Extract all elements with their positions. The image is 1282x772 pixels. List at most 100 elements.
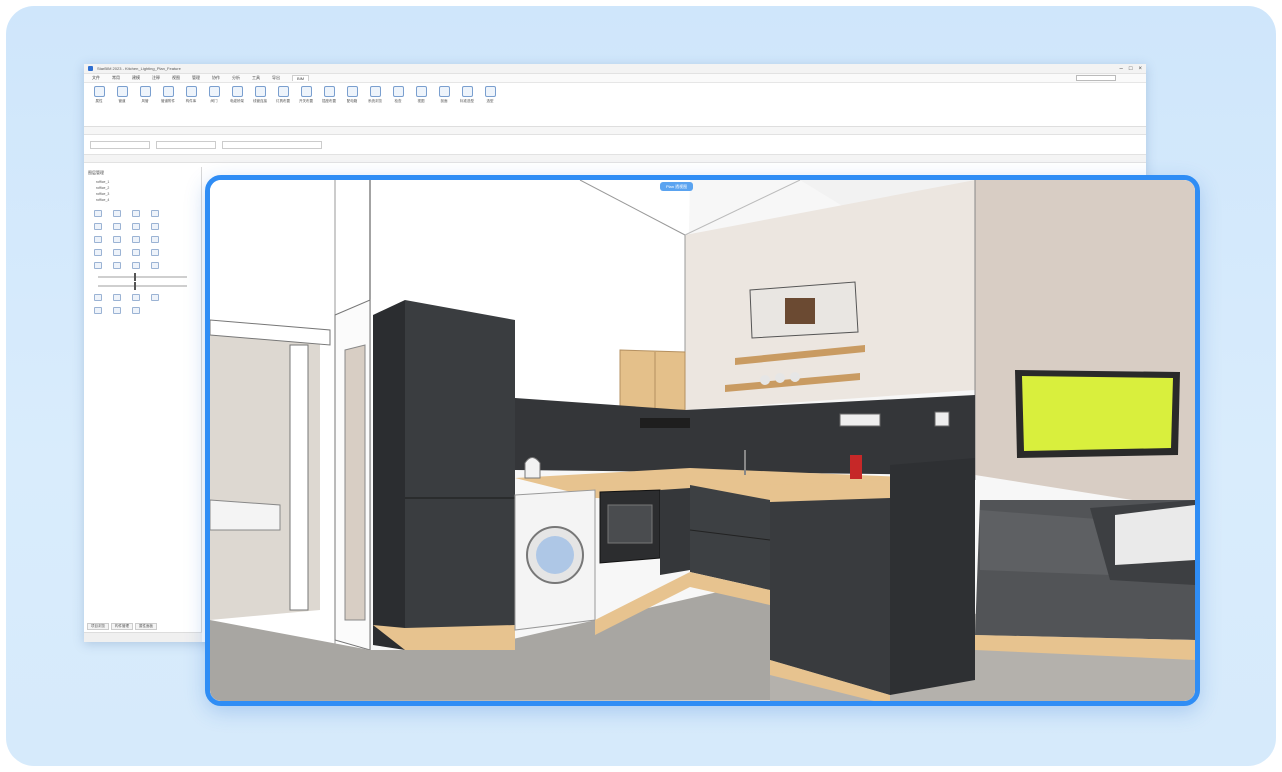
tab-project-browser[interactable]: 项目浏览: [87, 623, 109, 630]
tool-check[interactable]: 检查: [389, 86, 407, 123]
tool-icon[interactable]: [132, 249, 140, 256]
tool-icon[interactable]: [151, 236, 159, 243]
tool-icon[interactable]: [132, 294, 140, 301]
tab-annotate[interactable]: 注释: [152, 75, 160, 81]
view-icon: [415, 86, 427, 97]
tool-icon[interactable]: [132, 262, 140, 269]
tool-switch[interactable]: 开关布置: [297, 86, 315, 123]
tool-panel[interactable]: 配电箱: [343, 86, 361, 123]
switch-icon: [300, 86, 312, 97]
tab-tools[interactable]: 工具: [252, 75, 260, 81]
tool-pipe-fitting[interactable]: 管道附件: [159, 86, 177, 123]
tool-duct[interactable]: 风管: [136, 86, 154, 123]
tool-icon[interactable]: [151, 262, 159, 269]
tab-property-panel[interactable]: 属性面板: [135, 623, 157, 630]
tab-analyze[interactable]: 分析: [232, 75, 240, 81]
3d-render-view[interactable]: Plan 透视图: [205, 175, 1200, 706]
close-icon[interactable]: ×: [1138, 66, 1142, 72]
bathtub: [210, 499, 281, 531]
tool-standard-select[interactable]: 标准选型: [458, 86, 476, 123]
tab-component-manager[interactable]: 构件管理: [111, 623, 133, 630]
brightness-slider[interactable]: [98, 273, 187, 281]
tool-icon[interactable]: [94, 262, 102, 269]
tool-icon[interactable]: [113, 210, 121, 217]
tool-icon[interactable]: [113, 236, 121, 243]
view-tab-label[interactable]: Plan 透视图: [660, 182, 694, 191]
tool-cable-tray[interactable]: 电缆桥架: [228, 86, 246, 123]
search-input[interactable]: [1076, 75, 1116, 81]
cushion: [1115, 505, 1195, 565]
side-icon-row: [94, 262, 197, 269]
tool-icon[interactable]: [113, 262, 121, 269]
section-icon: [438, 86, 450, 97]
light-icon: [277, 86, 289, 97]
tool-icon[interactable]: [132, 236, 140, 243]
tab-file[interactable]: 文件: [92, 75, 100, 81]
tab-collaborate[interactable]: 协作: [212, 75, 220, 81]
layer-dropdown[interactable]: [90, 140, 150, 149]
command-input[interactable]: [222, 140, 322, 149]
draw-toolbar: [84, 155, 1146, 163]
tool-socket[interactable]: 插座布置: [320, 86, 338, 123]
window-controls: – □ ×: [1120, 66, 1142, 72]
tool-icon[interactable]: [151, 294, 159, 301]
tab-model[interactable]: 建模: [132, 75, 140, 81]
tab-bim[interactable]: BIM: [292, 75, 310, 81]
tool-selection[interactable]: 选型: [481, 86, 499, 123]
title-bar: StarBIM 2023 - Kitchen_Lighting_Plan_Fea…: [84, 64, 1146, 74]
tool-view[interactable]: 视图: [412, 86, 430, 123]
tv-screen: [1022, 376, 1173, 451]
tool-icon[interactable]: [132, 307, 140, 314]
tool-properties[interactable]: 属性: [90, 86, 108, 123]
tool-conduit[interactable]: 线管连接: [251, 86, 269, 123]
tool-icon[interactable]: [151, 223, 159, 230]
tool-icon[interactable]: [113, 223, 121, 230]
tool-icon[interactable]: [94, 236, 102, 243]
side-icon-row: [94, 223, 197, 230]
browser-icon: [369, 86, 381, 97]
tool-icon[interactable]: [151, 249, 159, 256]
fitting-icon: [162, 86, 174, 97]
style-dropdown[interactable]: [156, 140, 216, 149]
tool-lighting[interactable]: 灯具布置: [274, 86, 292, 123]
tool-icon[interactable]: [94, 307, 102, 314]
upper-cabinet: [619, 349, 686, 411]
socket-icon: [323, 86, 335, 97]
tool-icon[interactable]: [151, 210, 159, 217]
conduit-icon: [254, 86, 266, 97]
tool-valve[interactable]: 阀门: [205, 86, 223, 123]
peninsula-cabinet: [770, 488, 890, 695]
right-wall: [975, 180, 1195, 510]
side-panel-tabs: 项目浏览 构件管理 属性面板: [84, 623, 202, 630]
tool-icon[interactable]: [94, 223, 102, 230]
pipe-icon: [116, 86, 128, 97]
tool-icon[interactable]: [94, 210, 102, 217]
side-icon-row: [94, 236, 197, 243]
ribbon-toolbar: 属性 管道 风管 管道附件 构件库 阀门 电缆桥架 线管连接 灯具布置 开关布置…: [84, 83, 1146, 127]
tool-icon[interactable]: [113, 249, 121, 256]
contrast-slider[interactable]: [98, 282, 187, 290]
coffee-maker: [850, 455, 862, 479]
fridge-cabinet: [405, 300, 515, 650]
tab-view[interactable]: 视图: [172, 75, 180, 81]
tab-manage[interactable]: 管理: [192, 75, 200, 81]
status-bar: [84, 632, 202, 642]
kettle: [524, 457, 541, 479]
tool-pipe[interactable]: 管道: [113, 86, 131, 123]
tool-icon[interactable]: [132, 210, 140, 217]
tree-item[interactable]: roffice_4: [88, 198, 197, 204]
tool-icon[interactable]: [94, 294, 102, 301]
tool-icon[interactable]: [113, 294, 121, 301]
side-icon-row: [94, 294, 197, 301]
maximize-icon[interactable]: □: [1129, 66, 1133, 72]
tool-section[interactable]: 剖面: [435, 86, 453, 123]
tool-library[interactable]: 构件库: [182, 86, 200, 123]
tool-icon[interactable]: [132, 223, 140, 230]
tool-system-browser[interactable]: 系统浏览: [366, 86, 384, 123]
tool-icon[interactable]: [113, 307, 121, 314]
minimize-icon[interactable]: –: [1120, 66, 1123, 72]
ribbon-tab-bar: 文件 常用 建模 注释 视图 管理 协作 分析 工具 导出 BIM: [84, 74, 1146, 83]
tab-home[interactable]: 常用: [112, 75, 120, 81]
tab-export[interactable]: 导出: [272, 75, 280, 81]
tool-icon[interactable]: [94, 249, 102, 256]
